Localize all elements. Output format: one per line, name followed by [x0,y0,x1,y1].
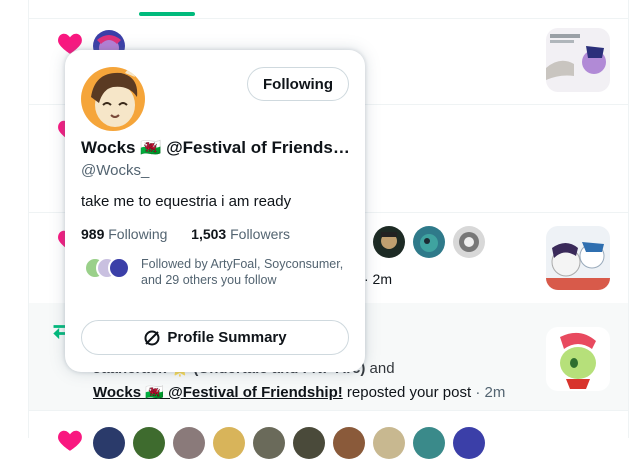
avatar[interactable] [373,427,405,459]
avatar[interactable] [133,427,165,459]
notification-action: reposted your post [346,384,472,401]
post-thumbnail[interactable] [546,226,610,290]
summary-icon [144,330,160,345]
post-thumbnail[interactable] [546,327,610,391]
following-stat[interactable]: 989 Following [81,226,171,242]
avatar[interactable] [413,226,445,258]
active-tab-indicator [139,12,195,16]
notification-name-2[interactable]: Wocks 🏴󠁧󠁢󠁷󠁬󠁳󠁿 @Festival of Friendship! [93,384,343,401]
following-button[interactable]: Following [247,67,349,101]
profile-bio: take me to equestria i am ready [81,193,292,210]
avatar[interactable] [173,427,205,459]
notification-time: · 2m [475,384,506,401]
divider [29,18,628,19]
following-label: Following [108,226,168,242]
avatar[interactable] [453,427,485,459]
followed-by-avatars[interactable] [84,256,131,280]
following-count: 989 [81,226,105,242]
notification-time: · 2m [364,271,392,287]
followers-stat[interactable]: 1,503 Followers [191,226,290,242]
profile-summary-label: Profile Summary [167,329,287,346]
followed-by-text[interactable]: Followed by ArtyFoal, Soyconsumer, and 2… [141,256,353,288]
avatar[interactable] [453,226,485,258]
followers-label: Followers [230,226,291,242]
notification-and: and [369,360,395,377]
avatar[interactable] [373,226,405,258]
profile-stats: 989 Following 1,503 Followers [81,226,290,242]
avatar[interactable] [413,427,445,459]
post-thumbnail[interactable] [546,28,610,92]
profile-hover-card: Following Wocks 🏴󠁧󠁢󠁷󠁬󠁳󠁿 @Festival of Fri… [65,50,365,372]
profile-avatar[interactable] [81,67,145,131]
avatar[interactable] [253,427,285,459]
profile-display-name[interactable]: Wocks 🏴󠁧󠁢󠁷󠁬󠁳󠁿 @Festival of Friends… [81,138,350,158]
profile-summary-button[interactable]: Profile Summary [81,320,349,355]
profile-handle[interactable]: @Wocks_ [81,162,149,179]
avatar[interactable] [93,427,125,459]
notification-text: Wocks 🏴󠁧󠁢󠁷󠁬󠁳󠁿 @Festival of Friendship! r… [93,383,505,401]
avatar[interactable] [293,427,325,459]
avatar[interactable] [333,427,365,459]
followers-count: 1,503 [191,226,227,242]
heart-icon [58,430,82,451]
divider [29,410,628,411]
avatar[interactable] [213,427,245,459]
